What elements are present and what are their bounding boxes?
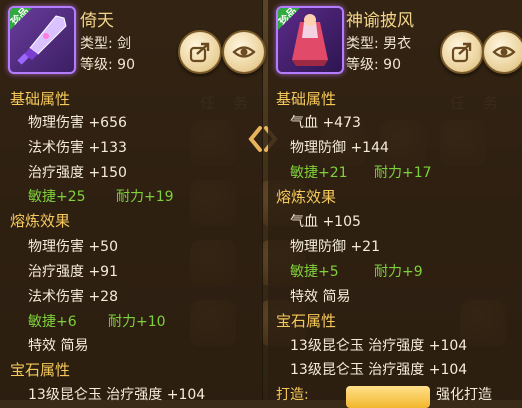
- preview-button[interactable]: [222, 30, 266, 74]
- share-icon: [451, 42, 472, 63]
- gem-stat: 13级昆仑玉 治疗强度 +104: [290, 338, 468, 354]
- agility-stat: 敏捷+6: [28, 314, 77, 330]
- item-type: 类型: 剑: [80, 36, 132, 52]
- item-tooltip-right: 珍品 神谕披风 类型: 男衣 等级: 90 基础属性 气血 +473 物理防御 …: [268, 0, 522, 403]
- eye-icon: [492, 46, 516, 58]
- smelt-stat: 法术伤害 +28: [28, 289, 118, 305]
- item-icon-cloak: 珍品: [276, 6, 344, 74]
- smelt-stat: 治疗强度 +91: [28, 264, 118, 280]
- share-button[interactable]: [440, 30, 484, 74]
- gem-attributes-title: 宝石属性: [10, 361, 71, 379]
- stamina-stat: 耐力+17: [374, 165, 432, 181]
- item-level: 等级: 90: [346, 57, 401, 73]
- item-level: 等级: 90: [80, 57, 135, 73]
- base-attributes-title: 基础属性: [10, 90, 71, 108]
- item-icon-sword: 珍品: [8, 6, 76, 74]
- base-stat: 法术伤害 +133: [28, 140, 127, 156]
- special-effect: 特效 简易: [290, 289, 351, 305]
- eye-icon: [232, 46, 256, 58]
- item-name: 神谕披风: [346, 11, 414, 31]
- smelt-stat: 气血 +105: [290, 214, 361, 230]
- stamina-stat: 耐力+9: [374, 264, 423, 280]
- gem-stat: 13级昆仑玉 治疗强度 +104: [28, 387, 206, 403]
- smelt-effect-title: 熔炼效果: [10, 212, 71, 230]
- gem-stat: 13级昆仑玉 治疗强度 +104: [290, 362, 468, 378]
- gem-attributes-title: 宝石属性: [276, 312, 337, 330]
- item-tooltip-left: 珍品 倚天 类型: 剑 等级: 90 基础属性 物理伤害 +656 法术伤害 +…: [0, 0, 266, 403]
- item-type: 类型: 男衣: [346, 36, 412, 52]
- smelt-effect-title: 熔炼效果: [276, 188, 337, 206]
- stamina-stat: 耐力+10: [108, 314, 166, 330]
- share-button[interactable]: [178, 30, 222, 74]
- smelt-stat: 物理伤害 +50: [28, 239, 118, 255]
- item-name: 倚天: [80, 11, 114, 31]
- agility-stat: 敏捷+25: [28, 189, 86, 205]
- base-stat: 气血 +473: [290, 115, 361, 131]
- stamina-stat: 耐力+19: [116, 189, 174, 205]
- base-attributes-title: 基础属性: [276, 90, 337, 108]
- agility-stat: 敏捷+21: [290, 165, 348, 181]
- forge-label: 打造:: [276, 387, 309, 403]
- base-stat: 物理防御 +144: [290, 140, 389, 156]
- preview-button[interactable]: [482, 30, 522, 74]
- agility-stat: 敏捷+5: [290, 264, 339, 280]
- base-stat: 治疗强度 +150: [28, 165, 127, 181]
- forge-value: 强化打造: [436, 387, 492, 403]
- smelt-stat: 物理防御 +21: [290, 239, 380, 255]
- base-stat: 物理伤害 +656: [28, 115, 127, 131]
- event-banner[interactable]: [346, 386, 430, 408]
- share-icon: [189, 42, 210, 63]
- special-effect: 特效 简易: [28, 338, 89, 354]
